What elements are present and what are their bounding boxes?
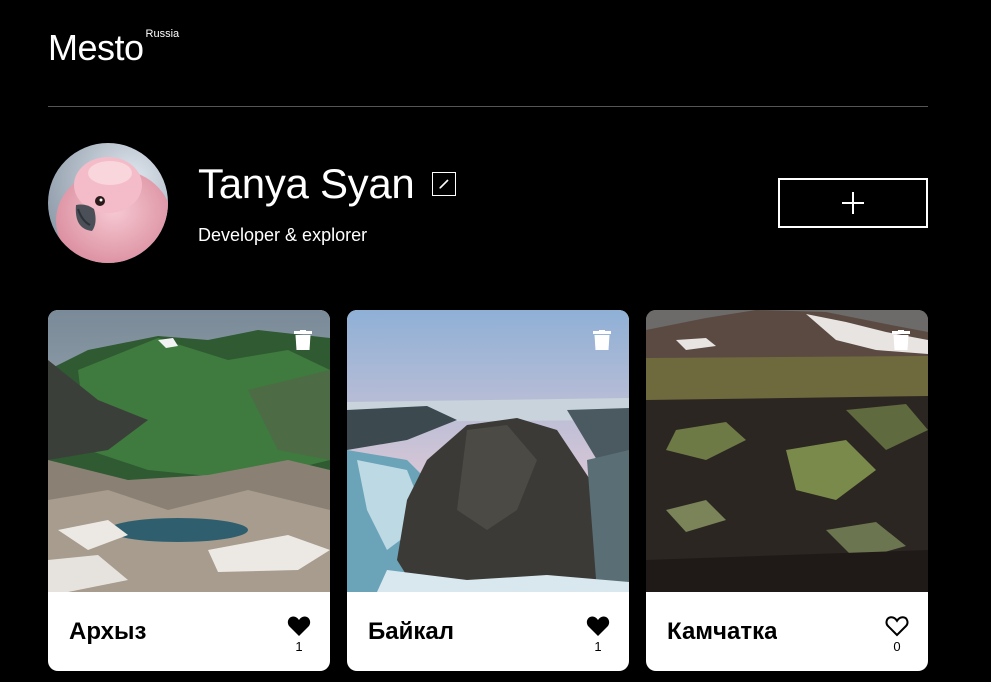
- card-image-baikal[interactable]: [347, 310, 629, 592]
- card-title: Камчатка: [667, 617, 778, 645]
- cards-grid: Архыз 1 Байкал 1 Камчатка 0: [48, 310, 928, 671]
- card-footer: Камчатка 0: [646, 592, 928, 671]
- heart-icon[interactable]: [586, 615, 610, 637]
- card-image-kamchatka[interactable]: [646, 310, 928, 592]
- edit-profile-button[interactable]: [432, 172, 457, 196]
- avatar[interactable]: [48, 143, 168, 263]
- profile-name: Tanya Syan: [198, 160, 415, 207]
- card-title: Байкал: [368, 617, 454, 645]
- logo-text: Mesto: [48, 27, 144, 68]
- card-image-arkhyz[interactable]: [48, 310, 330, 592]
- logo-region: Russia: [145, 28, 180, 40]
- like-box: 1: [586, 615, 610, 654]
- card: Байкал 1: [347, 310, 629, 671]
- heart-outline-icon[interactable]: [885, 615, 909, 637]
- profile-name-row: Tanya Syan: [198, 160, 457, 207]
- card-footer: Байкал 1: [347, 592, 629, 671]
- site-header: Mesto Russia: [48, 0, 928, 107]
- card: Архыз 1: [48, 310, 330, 671]
- parrot-avatar-image: [48, 143, 168, 263]
- card-footer: Архыз 1: [48, 592, 330, 671]
- like-box: 1: [287, 615, 311, 654]
- trash-icon[interactable]: [593, 330, 611, 350]
- trash-icon[interactable]: [294, 330, 312, 350]
- card: Камчатка 0: [646, 310, 928, 671]
- trash-icon[interactable]: [892, 330, 910, 350]
- card-title: Архыз: [69, 617, 147, 645]
- like-count: 0: [893, 639, 901, 654]
- plus-icon: [842, 192, 864, 214]
- profile: Tanya Syan Developer & explorer: [48, 143, 928, 263]
- add-card-button[interactable]: [778, 178, 928, 228]
- like-count: 1: [295, 639, 303, 654]
- pencil-icon: [439, 179, 450, 189]
- logo: Mesto Russia: [48, 27, 180, 68]
- heart-icon[interactable]: [287, 615, 311, 637]
- like-count: 1: [594, 639, 602, 654]
- like-box: 0: [885, 615, 909, 654]
- profile-about: Developer & explorer: [198, 225, 368, 245]
